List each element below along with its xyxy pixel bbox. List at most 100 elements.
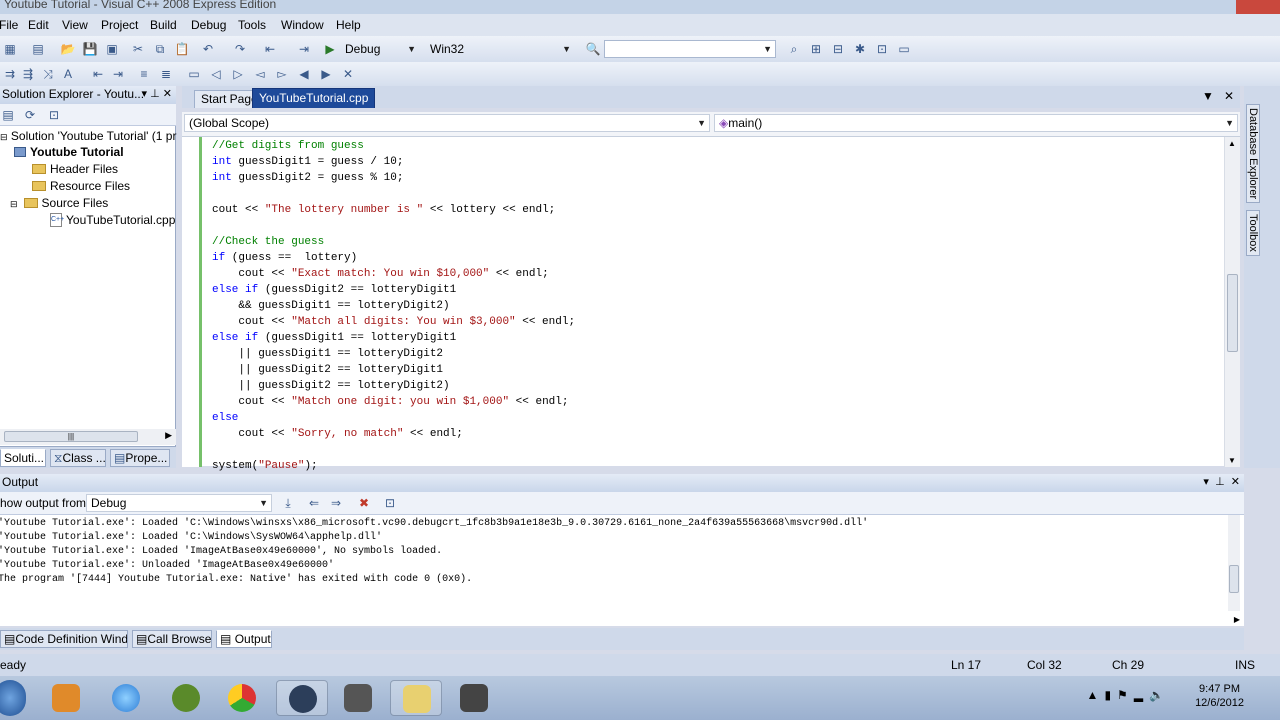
add-item-icon[interactable]: ▤	[30, 41, 46, 57]
scroll-right-icon[interactable]: ▶	[165, 430, 172, 441]
code-line[interactable]: || guessDigit2 == lotteryDigit1	[212, 362, 575, 378]
dropdown-icon[interactable]: ▾	[142, 88, 148, 100]
tab-youtubetutorial-cpp[interactable]: YouTubeTutorial.cpp	[252, 88, 376, 108]
code-line[interactable]: system("Pause");	[212, 458, 575, 474]
scroll-thumb[interactable]: |||	[4, 431, 138, 442]
tab-solution-explorer[interactable]: Soluti...	[0, 449, 46, 467]
code-line[interactable]: else	[212, 410, 575, 426]
menu-edit[interactable]: Edit	[28, 18, 49, 32]
close-icon[interactable]: ✕	[163, 88, 172, 100]
bookmark-icon[interactable]: ▭	[186, 66, 202, 82]
prev-message-icon[interactable]: ⇐	[306, 495, 322, 511]
next-message-icon[interactable]: ⇒	[328, 495, 344, 511]
editor-vertical-scrollbar[interactable]: ▲ ▼	[1224, 137, 1240, 467]
taskbar-chrome[interactable]	[216, 680, 268, 716]
scroll-down-icon[interactable]: ▼	[1228, 456, 1236, 465]
uncomment-icon[interactable]: ≣	[158, 66, 174, 82]
save-all-icon[interactable]: ▣	[104, 41, 120, 57]
volume-icon[interactable]: 🔈	[1149, 688, 1170, 702]
clear-bookmarks-icon[interactable]: ✕	[340, 66, 356, 82]
folder-source-files[interactable]: ⊟ Source Files	[10, 195, 108, 211]
battery-icon[interactable]: ▮	[1104, 688, 1117, 702]
code-line[interactable]: && guessDigit1 == lotteryDigit2)	[212, 298, 575, 314]
prev-bookmark-folder-icon[interactable]: ◅	[252, 66, 268, 82]
properties-icon[interactable]: ⊟	[830, 41, 846, 57]
solution-explorer-icon[interactable]: ⊞	[808, 41, 824, 57]
solution-config-select[interactable]: Debug ▼	[340, 40, 420, 58]
code-line[interactable]: cout << "Sorry, no match" << endl;	[212, 426, 575, 442]
code-line[interactable]: //Check the guess	[212, 234, 575, 250]
save-icon[interactable]: 💾	[82, 41, 98, 57]
code-line[interactable]: cout << "Exact match: You win $10,000" <…	[212, 266, 575, 282]
tab-call-browser[interactable]: ▤Call Browser	[132, 630, 212, 648]
scroll-thumb[interactable]	[1227, 274, 1238, 352]
code-text[interactable]: //Get digits from guess int guessDigit1 =…	[212, 138, 575, 474]
undo-icon[interactable]: ↶	[200, 41, 216, 57]
menu-view[interactable]: View	[62, 18, 88, 32]
cut-icon[interactable]: ✂	[130, 41, 146, 57]
start-button[interactable]	[0, 680, 26, 716]
code-line[interactable]	[212, 218, 575, 234]
network-tray-icon[interactable]: ▂	[1134, 688, 1149, 702]
navigate-backward-icon[interactable]: ⇤	[262, 41, 278, 57]
output-text[interactable]: 'Youtube Tutorial.exe': Loaded 'C:\Windo…	[0, 514, 1244, 626]
scroll-right-icon[interactable]: ▶	[1234, 615, 1240, 624]
pin-icon[interactable]: ⊥	[150, 88, 160, 100]
taskbar-network-app[interactable]	[276, 680, 328, 716]
refresh-icon[interactable]: ⊡	[46, 107, 62, 123]
toolbox-icon[interactable]: ✱	[852, 41, 868, 57]
collapse-icon[interactable]: ⊟	[10, 199, 18, 209]
taskbar-spotify[interactable]	[160, 680, 212, 716]
tab-code-definition-window[interactable]: ▤Code Definition Window	[0, 630, 128, 648]
project-node[interactable]: Youtube Tutorial	[14, 144, 124, 160]
taskbar-internet-explorer[interactable]	[100, 680, 152, 716]
output-vertical-scrollbar[interactable]	[1228, 515, 1240, 611]
taskbar-recorder[interactable]	[448, 680, 500, 716]
word-wrap-icon[interactable]: ⊡	[382, 495, 398, 511]
code-line[interactable]: cout << "The lottery number is " << lott…	[212, 202, 575, 218]
copy-icon[interactable]: ⧉	[152, 41, 168, 57]
menu-file[interactable]: File	[0, 18, 18, 32]
comment-icon[interactable]: ≡	[136, 66, 152, 82]
close-document-icon[interactable]: ✕	[1224, 89, 1234, 103]
menu-window[interactable]: Window	[281, 18, 324, 32]
outdent-icon[interactable]: ⇤	[90, 66, 106, 82]
horizontal-scrollbar[interactable]: ||| ▶	[0, 429, 176, 445]
find-message-icon[interactable]: ⤓	[280, 495, 296, 511]
more-icon[interactable]: ▭	[896, 41, 912, 57]
tab-database-explorer[interactable]: Database Explorer	[1246, 104, 1260, 204]
start-page-icon[interactable]: ⊡	[874, 41, 890, 57]
code-line[interactable]: //Get digits from guess	[212, 138, 575, 154]
window-list-icon[interactable]: ▼	[1202, 89, 1214, 103]
next-bookmark-doc-icon[interactable]: ▶	[318, 66, 334, 82]
code-line[interactable]: else if (guessDigit2 == lotteryDigit1	[212, 282, 575, 298]
quick-info-icon[interactable]: ⤨	[40, 66, 56, 82]
taskbar-visual-cpp[interactable]	[390, 680, 442, 716]
code-line[interactable]: int guessDigit2 = guess % 10;	[212, 170, 575, 186]
menu-tools[interactable]: Tools	[238, 18, 266, 32]
open-file-icon[interactable]: 📂	[60, 41, 76, 57]
taskbar-media-player[interactable]	[40, 680, 92, 716]
scope-select[interactable]: (Global Scope) ▼	[184, 114, 710, 132]
tab-class-view[interactable]: ⧖Class ...	[50, 449, 106, 467]
start-debugging-icon[interactable]: ▶	[322, 41, 338, 57]
code-line[interactable]	[212, 442, 575, 458]
tab-output[interactable]: ▤ Output	[216, 630, 272, 648]
properties-icon[interactable]: ▤	[0, 107, 16, 123]
clock[interactable]: 9:47 PM 12/6/2012	[1195, 682, 1244, 710]
paste-icon[interactable]: 📋	[174, 41, 190, 57]
solution-node[interactable]: ⊟ Solution 'Youtube Tutorial' (1 pr	[0, 128, 176, 144]
member-list-icon[interactable]: ⇉	[2, 66, 18, 82]
menu-build[interactable]: Build	[150, 18, 177, 32]
code-line[interactable]: if (guess == lottery)	[212, 250, 575, 266]
output-source-select[interactable]: Debug ▼	[86, 494, 272, 512]
file-youtubetutorial-cpp[interactable]: C++ YouTubeTutorial.cpp	[50, 212, 175, 228]
platform-select[interactable]: Win32 ▼	[425, 40, 575, 58]
clear-all-icon[interactable]: ✖	[356, 495, 372, 511]
prev-bookmark-doc-icon[interactable]: ◀	[296, 66, 312, 82]
code-line[interactable]: || guessDigit2 == lotteryDigit2)	[212, 378, 575, 394]
code-line[interactable]: cout << "Match one digit: you win $1,000…	[212, 394, 575, 410]
redo-icon[interactable]: ↷	[232, 41, 248, 57]
new-project-icon[interactable]: ▦	[2, 41, 18, 57]
show-hidden-icons-icon[interactable]: ▲	[1087, 688, 1105, 702]
